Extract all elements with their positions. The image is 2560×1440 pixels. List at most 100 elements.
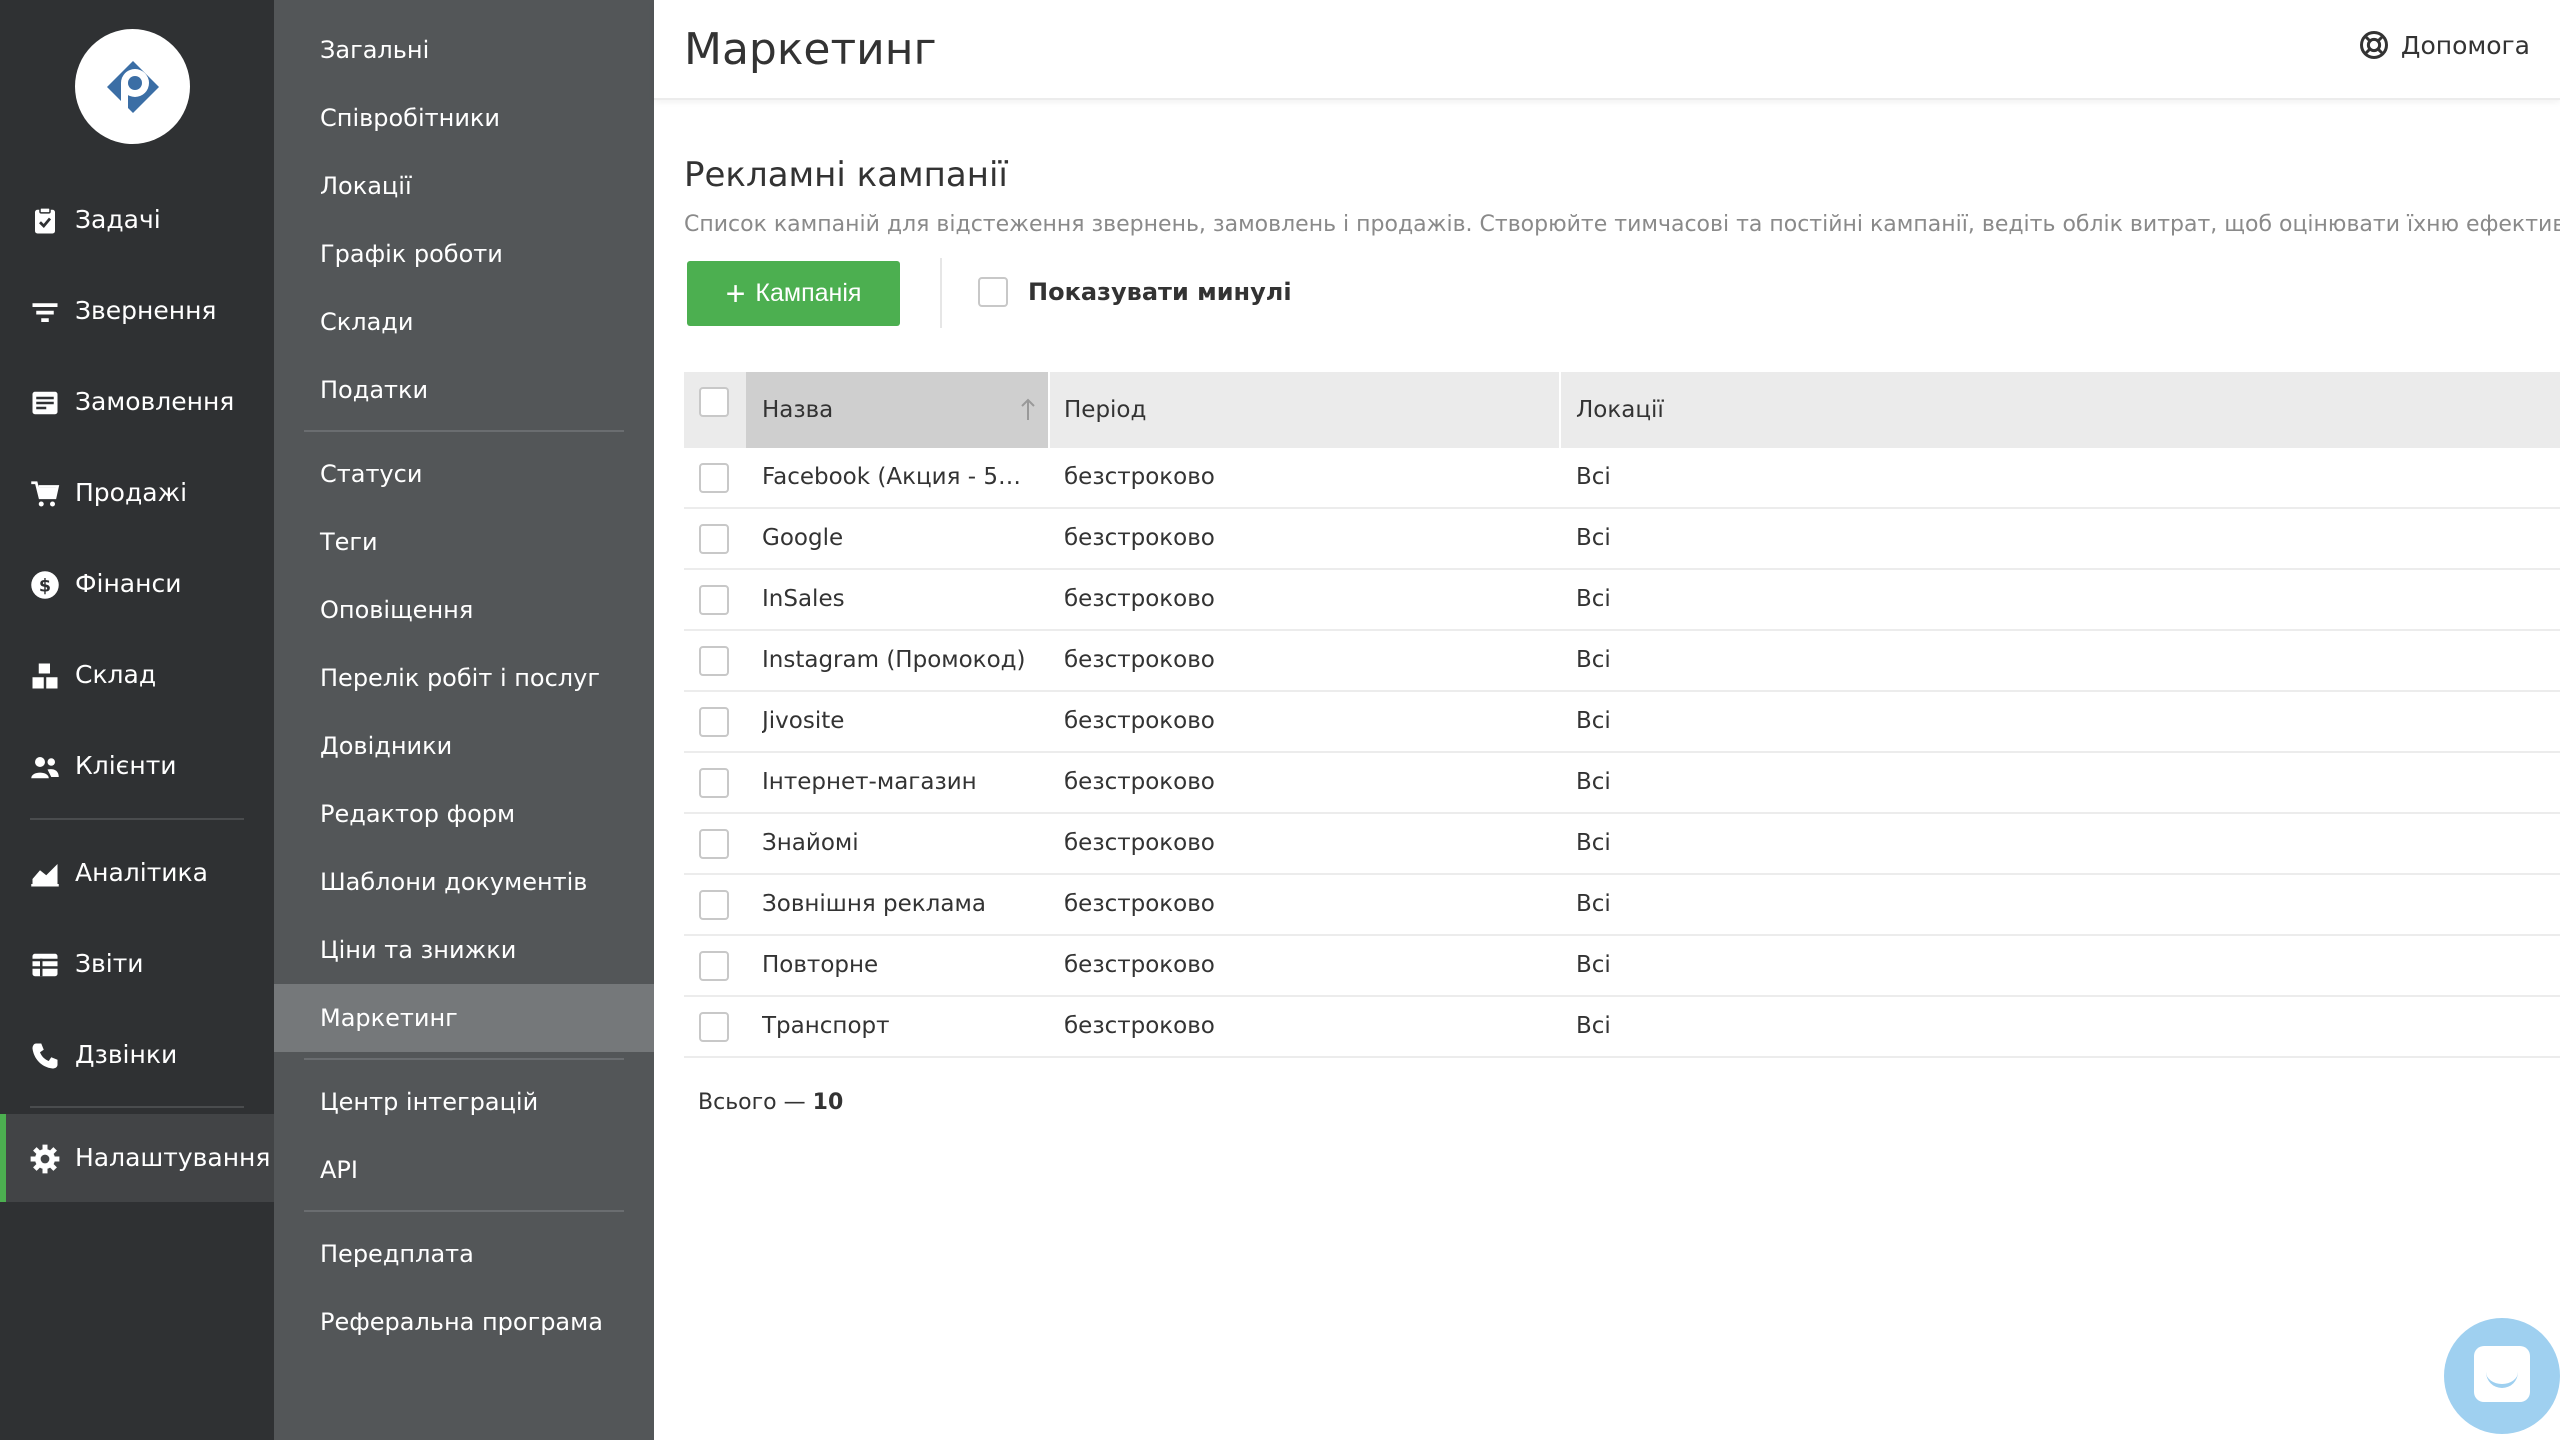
cell-locations: Всі	[1576, 464, 1611, 490]
chat-widget-button[interactable]	[2444, 1318, 2560, 1434]
cell-name[interactable]: Інтернет-магазин	[762, 753, 1032, 812]
submenu-item-services[interactable]: Перелік робіт і послуг	[274, 644, 654, 712]
row-checkbox[interactable]	[699, 1012, 729, 1042]
cell-period: безстроково	[1064, 891, 1215, 917]
nav-label: Склад	[75, 660, 157, 689]
cell-name[interactable]: Jivosite	[762, 692, 1032, 751]
toolbar-divider	[940, 258, 942, 328]
cell-name[interactable]: Повторне	[762, 936, 1032, 995]
table-row[interactable]: Instagram (Промокод) безстроково Всі	[684, 631, 2560, 692]
table-row[interactable]: Інтернет-магазин безстроково Всі	[684, 753, 2560, 814]
area-chart-icon	[31, 864, 59, 887]
submenu-item-marketing[interactable]: Маркетинг	[274, 984, 654, 1052]
cell-name[interactable]: Транспорт	[762, 997, 1032, 1056]
submenu-item-api[interactable]: API	[274, 1136, 654, 1204]
table-row[interactable]: Зовнішня реклама безстроково Всі	[684, 875, 2560, 936]
submenu-item-subscription[interactable]: Передплата	[274, 1220, 654, 1288]
nav-item-finance[interactable]: $ Фінанси	[0, 540, 274, 628]
nav-item-settings[interactable]: Налаштування	[0, 1114, 274, 1202]
cell-name[interactable]: Google	[762, 509, 1032, 568]
submenu-item-prices[interactable]: Ціни та знижки	[274, 916, 654, 984]
nav-item-warehouse[interactable]: Склад	[0, 631, 274, 719]
submenu-item-referral[interactable]: Реферальна програма	[274, 1288, 654, 1356]
nav-item-analytics[interactable]: Аналітика	[0, 829, 274, 917]
nav-item-requests[interactable]: Звернення	[0, 267, 274, 355]
submenu-item-general[interactable]: Загальні	[274, 16, 654, 84]
submenu-item-warehouses[interactable]: Склади	[274, 288, 654, 356]
table-row[interactable]: Facebook (Акция - 50 н... безстроково Всі	[684, 448, 2560, 509]
row-checkbox[interactable]	[699, 768, 729, 798]
cell-period: безстроково	[1064, 647, 1215, 673]
row-checkbox[interactable]	[699, 646, 729, 676]
logo-icon	[106, 60, 159, 113]
add-campaign-button[interactable]: + Кампанія	[687, 261, 900, 326]
cell-name[interactable]: Знайомі	[762, 814, 1032, 873]
nav-label: Продажі	[75, 478, 188, 507]
submenu-item-form-editor[interactable]: Редактор форм	[274, 780, 654, 848]
cell-locations: Всі	[1576, 952, 1611, 978]
submenu-item-schedule[interactable]: Графік роботи	[274, 220, 654, 288]
page-header: Маркетинг Допомога	[654, 0, 2560, 100]
table-row[interactable]: Транспорт безстроково Всі	[684, 997, 2560, 1058]
help-link[interactable]: Допомога	[2359, 30, 2530, 60]
table-row[interactable]: InSales безстроково Всі	[684, 570, 2560, 631]
clipboard-check-icon	[35, 207, 55, 234]
column-label: Назва	[762, 397, 834, 423]
submenu-item-notifications[interactable]: Оповіщення	[274, 576, 654, 644]
cell-name[interactable]: Зовнішня реклама	[762, 875, 1032, 934]
row-checkbox[interactable]	[699, 463, 729, 493]
phone-icon	[32, 1043, 58, 1069]
row-checkbox[interactable]	[699, 585, 729, 615]
table-row[interactable]: Google безстроково Всі	[684, 509, 2560, 570]
submenu-item-locations[interactable]: Локації	[274, 152, 654, 220]
submenu-label: Загальні	[320, 36, 430, 64]
add-campaign-label: Кампанія	[755, 279, 862, 307]
row-checkbox[interactable]	[699, 707, 729, 737]
table-row[interactable]: Знайомі безстроково Всі	[684, 814, 2560, 875]
cell-name[interactable]: Instagram (Промокод)	[762, 631, 1032, 690]
nav-item-sales[interactable]: Продажі	[0, 449, 274, 537]
row-checkbox[interactable]	[699, 524, 729, 554]
show-past-checkbox[interactable]	[978, 277, 1008, 307]
column-header-period[interactable]: Період	[1064, 372, 1146, 448]
total-label: Всього —	[698, 1090, 806, 1115]
nav-item-orders[interactable]: Замовлення	[0, 358, 274, 446]
submenu-label: Реферальна програма	[320, 1308, 603, 1336]
submenu-divider	[304, 1210, 624, 1212]
submenu-item-directories[interactable]: Довідники	[274, 712, 654, 780]
nav-item-clients[interactable]: Клієнти	[0, 722, 274, 810]
cell-locations: Всі	[1576, 891, 1611, 917]
order-card-icon	[32, 391, 58, 415]
nav-label: Звіти	[75, 949, 144, 978]
submenu-item-taxes[interactable]: Податки	[274, 356, 654, 424]
app-logo[interactable]	[75, 29, 190, 144]
column-header-name[interactable]: Назва	[746, 372, 1048, 448]
cart-icon	[31, 481, 60, 507]
submenu-label: Перелік робіт і послуг	[320, 664, 600, 692]
cell-name[interactable]: Facebook (Акция - 50 н...	[762, 448, 1032, 507]
table-row[interactable]: Повторне безстроково Всі	[684, 936, 2560, 997]
main-navigation: Задачі Звернення Замовлення Продажі $ Фі…	[0, 0, 274, 1440]
select-all-checkbox[interactable]	[699, 387, 729, 417]
nav-item-reports[interactable]: Звіти	[0, 920, 274, 1008]
submenu-item-integrations[interactable]: Центр інтеграцій	[274, 1068, 654, 1136]
cell-period: безстроково	[1064, 586, 1215, 612]
nav-item-tasks[interactable]: Задачі	[0, 176, 274, 264]
table-row[interactable]: Jivosite безстроково Всі	[684, 692, 2560, 753]
row-checkbox[interactable]	[699, 890, 729, 920]
submenu-label: Співробітники	[320, 104, 501, 132]
cell-period: безстроково	[1064, 464, 1215, 490]
submenu-item-doc-templates[interactable]: Шаблони документів	[274, 848, 654, 916]
submenu-label: Редактор форм	[320, 800, 516, 828]
row-checkbox[interactable]	[699, 951, 729, 981]
show-past-toggle[interactable]: Показувати минулі	[978, 277, 1292, 307]
submenu-item-employees[interactable]: Співробітники	[274, 84, 654, 152]
cell-period: безстроково	[1064, 830, 1215, 856]
help-label: Допомога	[2400, 30, 2530, 60]
cell-name[interactable]: InSales	[762, 570, 1032, 629]
row-checkbox[interactable]	[699, 829, 729, 859]
submenu-item-tags[interactable]: Теги	[274, 508, 654, 576]
submenu-item-statuses[interactable]: Статуси	[274, 440, 654, 508]
nav-item-calls[interactable]: Дзвінки	[0, 1011, 274, 1099]
column-header-locations[interactable]: Локації	[1576, 372, 1664, 448]
